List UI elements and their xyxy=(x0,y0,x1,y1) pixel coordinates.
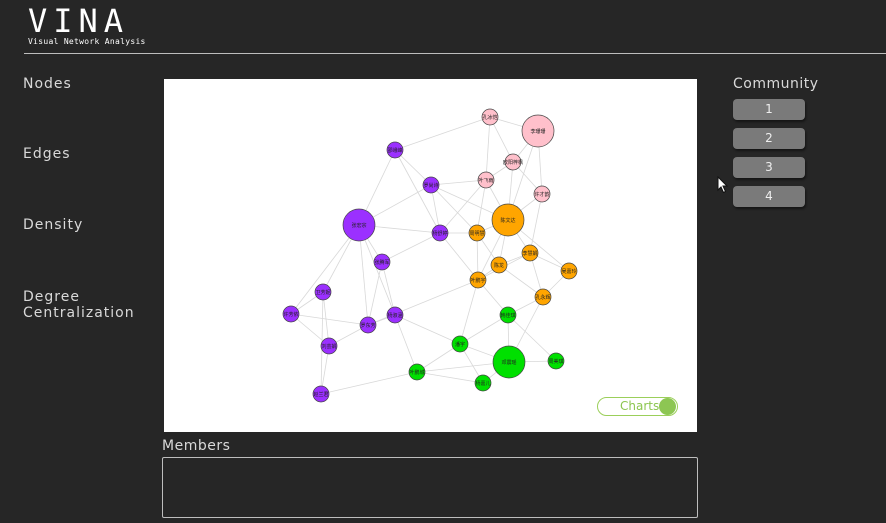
graph-node-label: 邓震瑶 xyxy=(501,359,516,366)
network-graph[interactable]: 孔冰恺李珊珊欧阳梓枫叶飞雨许才韵 邵峨峰罗尚诗陈文达张宏宗杨舒婷 周明慧李慧娟张腾军… xyxy=(164,79,697,432)
members-label: Members xyxy=(162,438,231,454)
graph-edge xyxy=(320,371,418,395)
community-button-3[interactable]: 3 xyxy=(733,157,805,178)
graph-node[interactable]: 罗尚诗 xyxy=(422,176,440,194)
graph-node-label: 邵峨峰 xyxy=(387,147,402,154)
graph-node-label: 张宏宗 xyxy=(351,222,366,229)
graph-node[interactable]: 刘芸娟 xyxy=(320,337,338,355)
graph-node-label: 杨舒婷 xyxy=(432,230,447,237)
graph-node-label: 李慧娟 xyxy=(522,250,537,257)
community-title: Community xyxy=(733,76,819,92)
graph-node[interactable]: 叶鹏宇 xyxy=(469,271,487,289)
graph-node-label: 孔永辉 xyxy=(535,294,550,301)
graph-edge xyxy=(485,116,491,181)
metric-degree-line2: Centralization xyxy=(23,305,135,321)
graph-node[interactable]: 李慧娟 xyxy=(521,244,539,262)
graph-node-label: 周明慧 xyxy=(469,230,484,237)
graph-node[interactable]: 杨淑涵 xyxy=(386,306,404,324)
graph-node[interactable]: 潘宇 xyxy=(451,335,469,353)
community-button-2[interactable]: 2 xyxy=(733,128,805,149)
graph-node[interactable]: 叶飞雨 xyxy=(477,171,495,189)
metric-nodes-label: Nodes xyxy=(23,76,72,92)
graph-node[interactable]: 赵兰君 xyxy=(312,385,330,403)
graph-node-label: 叶鹏宇 xyxy=(470,277,485,284)
graph-edge xyxy=(367,279,479,326)
graph-node-label: 孔冰恺 xyxy=(482,114,497,121)
graph-node-label: 罗东芳 xyxy=(360,322,375,329)
community-button-1[interactable]: 1 xyxy=(733,99,805,120)
graph-node[interactable]: 张腾军 xyxy=(373,253,391,271)
graph-node-label: 赵兰君 xyxy=(313,391,328,398)
graph-node-label: 杨嘉儿 xyxy=(475,380,490,387)
charts-toggle-knob[interactable] xyxy=(659,398,676,415)
graph-node[interactable]: 孔冰恺 xyxy=(481,108,499,126)
graph-node[interactable]: 周美琪 xyxy=(547,352,565,370)
graph-node-label: 许才韵 xyxy=(534,191,549,198)
graph-node[interactable]: 张宏宗 xyxy=(342,208,376,242)
graph-edge xyxy=(416,371,484,384)
graph-node[interactable]: 罗东芳 xyxy=(359,316,377,334)
mouse-cursor-icon xyxy=(717,176,729,194)
graph-node-label: 叶鹏城 xyxy=(409,369,424,376)
graph-node-label: 卫芳妮 xyxy=(315,289,330,296)
community-button-4[interactable]: 4 xyxy=(733,186,805,207)
graph-node-label: 周美琪 xyxy=(548,358,563,365)
metric-degree-line1: Degree xyxy=(23,289,80,305)
graph-node[interactable]: 杨舒婷 xyxy=(431,224,449,242)
graph-node-label: 叶飞雨 xyxy=(478,177,493,184)
graph-node-label: 韩佳琪 xyxy=(500,312,515,319)
graph-node-label: 刘芸娟 xyxy=(321,343,336,350)
graph-node-label: 吴嘉玲 xyxy=(561,268,576,275)
graph-edge xyxy=(439,232,479,281)
graph-edge xyxy=(367,261,383,326)
graph-node[interactable]: 叶鹏城 xyxy=(408,363,426,381)
graph-node-label: 陈龙 xyxy=(494,262,504,269)
graph-node-label: 许芳依 xyxy=(283,311,298,318)
header-divider xyxy=(24,53,886,54)
members-list[interactable] xyxy=(162,457,698,518)
graph-node[interactable]: 卫芳妮 xyxy=(314,283,332,301)
graph-edge xyxy=(529,193,543,254)
graph-node[interactable]: 韩佳琪 xyxy=(499,306,517,324)
graph-node[interactable]: 杨嘉儿 xyxy=(474,374,492,392)
network-graph-panel[interactable]: 孔冰恺李珊珊欧阳梓枫叶飞雨许才韵 邵峨峰罗尚诗陈文达张宏宗杨舒婷 周明慧李慧娟张腾军… xyxy=(164,79,697,432)
graph-edge xyxy=(290,224,360,315)
metric-density-label: Density xyxy=(23,217,84,233)
graph-node-label: 张腾军 xyxy=(374,259,389,266)
graph-node-label: 杨淑涵 xyxy=(387,312,402,319)
graph-node[interactable]: 周明慧 xyxy=(468,224,486,242)
graph-node[interactable]: 欧阳梓枫 xyxy=(503,153,523,171)
graph-node[interactable]: 陈文达 xyxy=(491,203,525,237)
graph-node[interactable]: 李珊珊 xyxy=(521,114,555,148)
graph-edge xyxy=(381,232,441,263)
app-title: VINA xyxy=(28,2,130,40)
graph-node-label: 潘宇 xyxy=(455,341,465,348)
graph-node[interactable]: 许才韵 xyxy=(533,185,551,203)
graph-node[interactable]: 孔永辉 xyxy=(534,288,552,306)
app-subtitle: Visual Network Analysis xyxy=(28,37,146,46)
metric-edges-label: Edges xyxy=(23,146,71,162)
graph-node[interactable]: 吴嘉玲 xyxy=(560,262,578,280)
graph-node-label: 欧阳梓枫 xyxy=(503,159,523,166)
charts-toggle-label: Charts xyxy=(620,399,660,413)
graph-node-label: 李珊珊 xyxy=(530,128,545,135)
graph-node[interactable]: 邵峨峰 xyxy=(386,141,404,159)
app-logo: VINA Visual Network Analysis xyxy=(28,4,146,46)
graph-node[interactable]: 邓震瑶 xyxy=(492,345,526,379)
graph-edge xyxy=(394,116,491,151)
graph-node[interactable]: 许芳依 xyxy=(282,305,300,323)
graph-node[interactable]: 陈龙 xyxy=(490,256,508,274)
graph-node-label: 罗尚诗 xyxy=(423,182,438,189)
graph-node-label: 陈文达 xyxy=(500,217,515,224)
metric-degree-centralization-label: Degree Centralization xyxy=(23,289,135,321)
charts-toggle[interactable]: Charts xyxy=(597,397,678,416)
